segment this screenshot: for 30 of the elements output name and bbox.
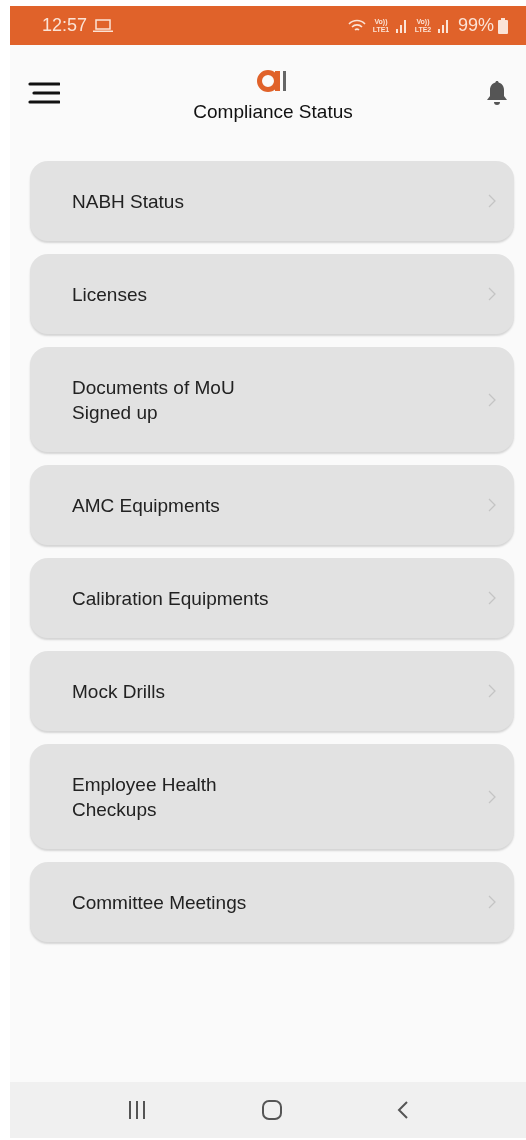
menu-item[interactable]: NABH Status: [30, 161, 514, 241]
recent-apps-icon[interactable]: [127, 1100, 147, 1120]
menu-item[interactable]: Documents of MoU Signed up: [30, 347, 514, 452]
clock-time: 12:57: [42, 15, 88, 36]
chevron-right-icon: [488, 194, 496, 208]
back-icon[interactable]: [397, 1100, 409, 1120]
chevron-right-icon: [488, 287, 496, 301]
chevron-right-icon: [488, 498, 496, 512]
home-icon[interactable]: [261, 1099, 283, 1121]
chevron-right-icon: [488, 392, 496, 407]
menu-icon[interactable]: [28, 80, 60, 105]
menu-item[interactable]: Employee Health Checkups: [30, 744, 514, 849]
page-title: Compliance Status: [193, 100, 353, 123]
chevron-right-icon: [488, 789, 496, 804]
chevron-right-icon: [488, 895, 496, 909]
battery-percent: 99%: [457, 15, 494, 36]
menu-item[interactable]: Mock Drills: [30, 651, 514, 731]
signal-icon: [437, 18, 450, 33]
menu-item[interactable]: AMC Equipments: [30, 465, 514, 545]
app-logo: [257, 68, 289, 93]
chevron-right-icon: [488, 591, 496, 605]
battery-icon: [498, 17, 508, 34]
menu-item[interactable]: Calibration Equipments: [30, 558, 514, 638]
menu-item[interactable]: Committee Meetings: [30, 862, 514, 942]
bell-icon[interactable]: [486, 79, 508, 106]
signal-icon: [395, 18, 408, 33]
chevron-right-icon: [488, 684, 496, 698]
laptop-icon: [93, 18, 114, 33]
menu-item[interactable]: Licenses: [30, 254, 514, 334]
wifi-icon: [347, 18, 366, 33]
